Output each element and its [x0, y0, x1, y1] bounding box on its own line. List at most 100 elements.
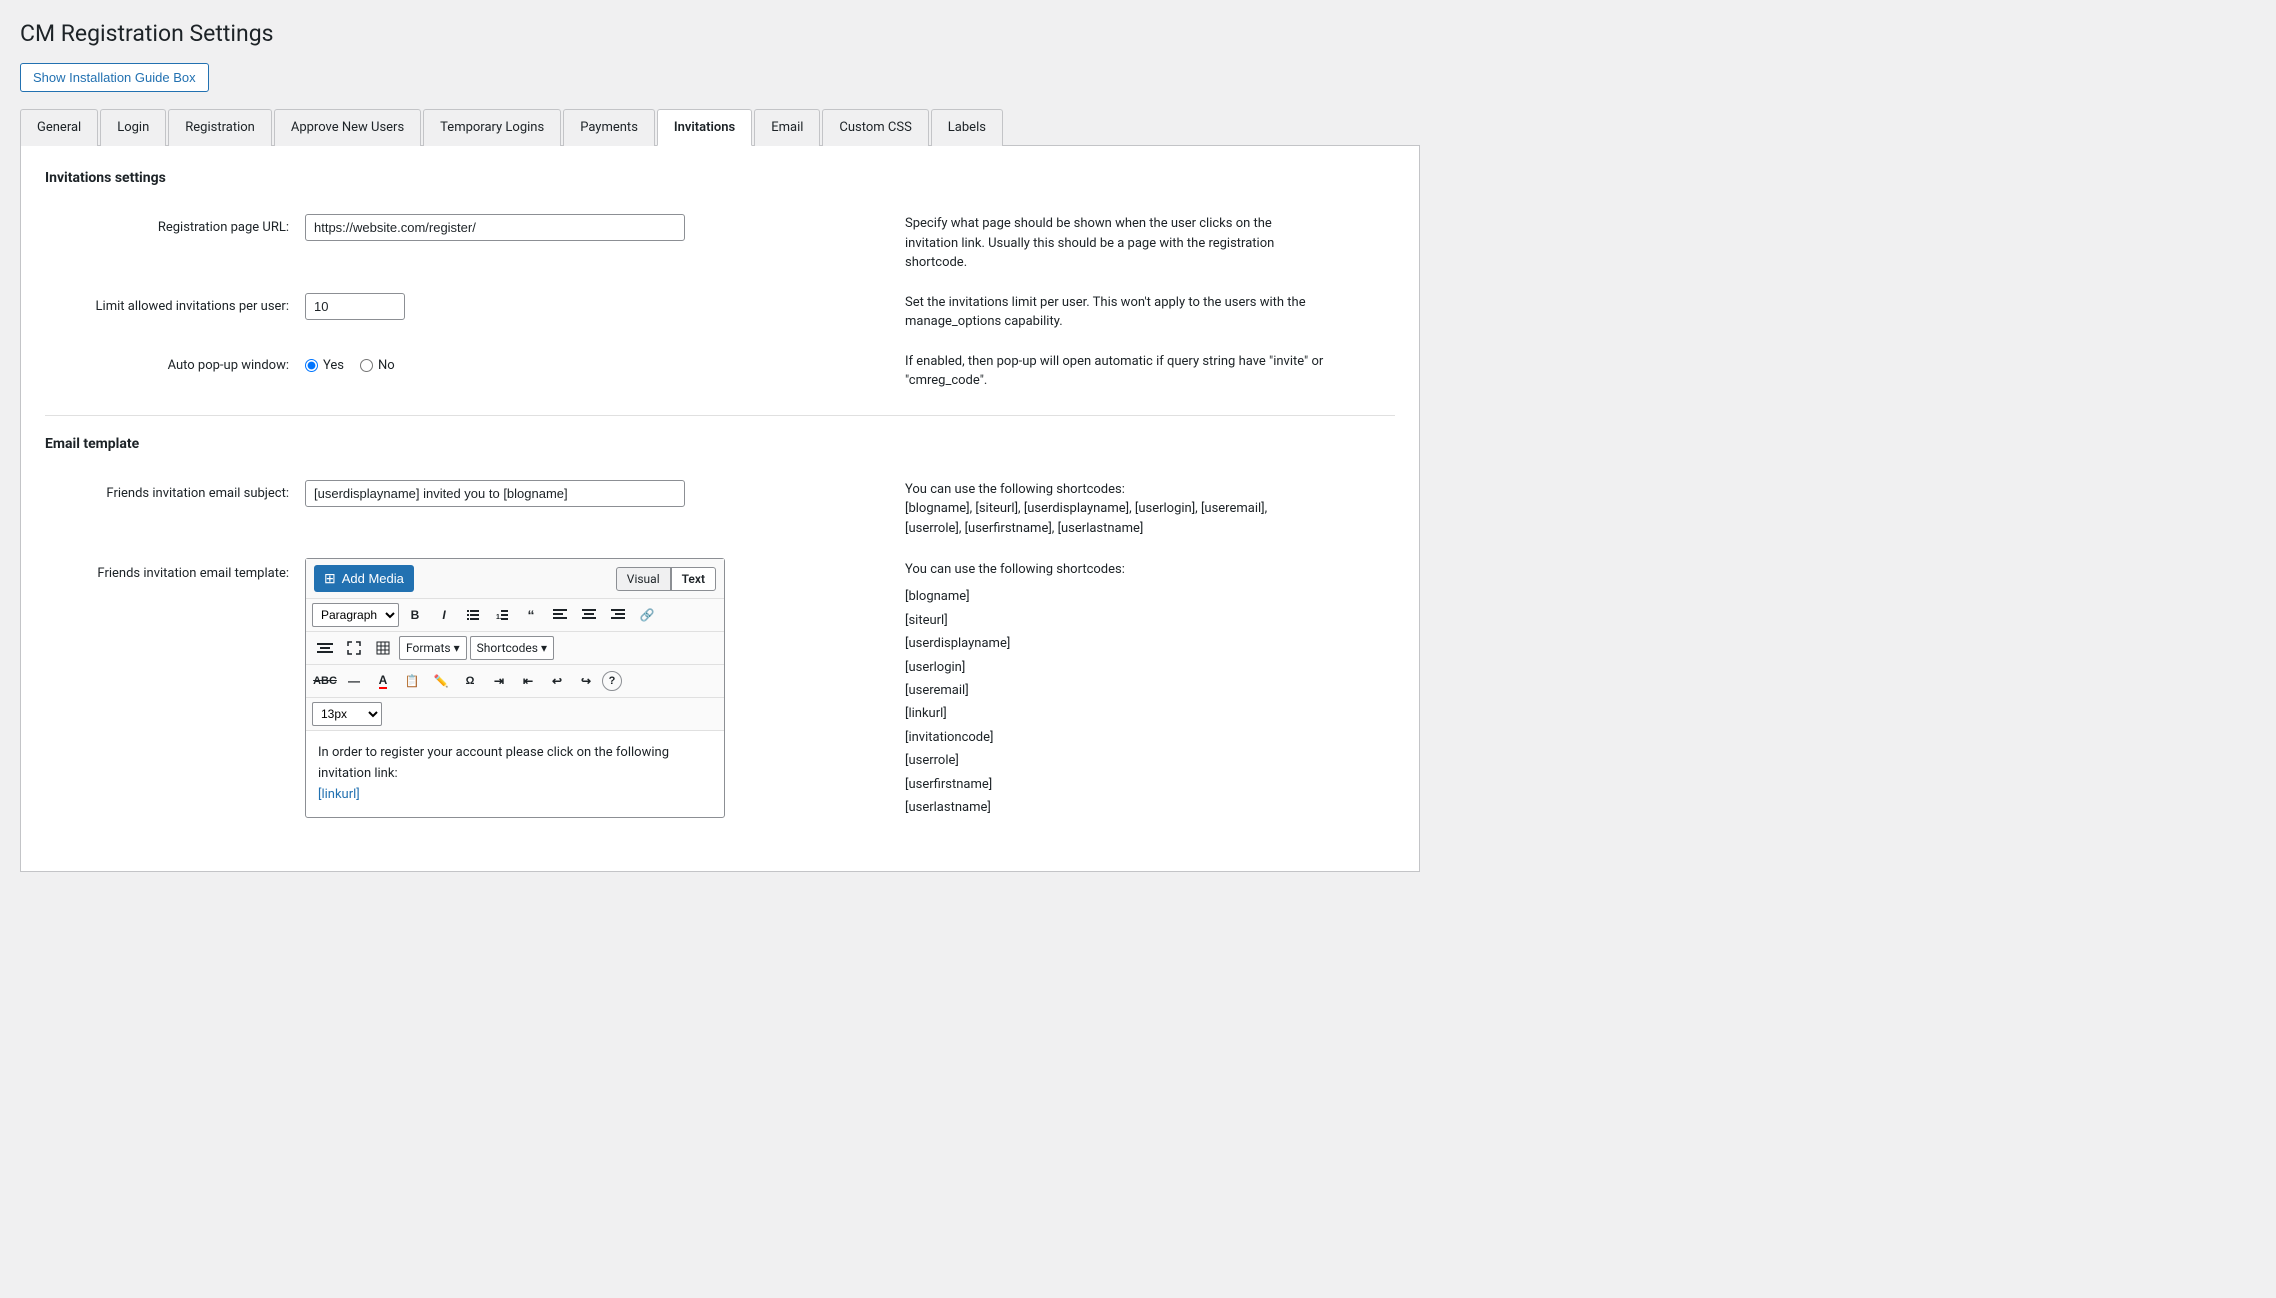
help-code-userdisplayname: [userdisplayname]: [905, 632, 1325, 655]
tab-custom-css[interactable]: Custom CSS: [822, 109, 928, 146]
formats-label: Formats: [406, 641, 451, 655]
bold-button[interactable]: B: [402, 603, 428, 627]
editor-body[interactable]: In order to register your account please…: [306, 731, 724, 817]
tab-approve-new-users[interactable]: Approve New Users: [274, 109, 421, 146]
auto-popup-label: Auto pop-up window:: [45, 352, 305, 373]
help-code-siteurl: [siteurl]: [905, 609, 1325, 632]
invitations-settings-title: Invitations settings: [45, 170, 1395, 194]
auto-popup-no-label: No: [378, 358, 395, 373]
show-installation-guide-button[interactable]: Show Installation Guide Box: [20, 63, 209, 92]
align-right-button[interactable]: [605, 603, 631, 627]
help-code-userlogin: [userlogin]: [905, 656, 1325, 679]
reg-page-url-input[interactable]: [305, 214, 685, 241]
paste-button[interactable]: 📋: [399, 669, 425, 693]
help-code-useremail: [useremail]: [905, 679, 1325, 702]
email-subject-help-codes: [blogname], [siteurl], [userdisplayname]…: [905, 501, 1267, 536]
editor-fontsize-row: 13px: [306, 698, 724, 731]
section-divider: [45, 415, 1395, 416]
reg-page-url-help: Specify what page should be shown when t…: [905, 214, 1325, 273]
email-subject-help: You can use the following shortcodes: [b…: [905, 480, 1325, 539]
editor-body-link[interactable]: [linkurl]: [318, 787, 360, 802]
special-char-button[interactable]: Ω: [457, 669, 483, 693]
visual-tab[interactable]: Visual: [616, 567, 671, 591]
page-title: CM Registration Settings: [20, 20, 1420, 47]
auto-popup-row: Auto pop-up window: Yes No If enabled, t…: [45, 352, 1395, 391]
limit-invitations-label: Limit allowed invitations per user:: [45, 293, 305, 314]
email-template-title: Email template: [45, 436, 1395, 460]
link-button[interactable]: 🔗: [634, 603, 660, 627]
text-color-button[interactable]: A: [370, 669, 396, 693]
tab-content-invitations: Invitations settings Registration page U…: [20, 146, 1420, 872]
undo-button[interactable]: ↩: [544, 669, 570, 693]
help-code-userrole: [userrole]: [905, 749, 1325, 772]
formats-dropdown[interactable]: Formats ▾: [399, 636, 467, 660]
more-toolbar-button[interactable]: [312, 636, 338, 660]
registration-page-url-row: Registration page URL: Specify what page…: [45, 214, 1395, 273]
align-left-button[interactable]: [547, 603, 573, 627]
editor-toolbar-row3: ABC — A 📋 ✏️ Ω ⇥ ⇤ ↩ ↪ ?: [306, 665, 724, 698]
auto-popup-no-radio[interactable]: [360, 359, 373, 372]
tab-payments[interactable]: Payments: [563, 109, 655, 146]
hr-button[interactable]: —: [341, 669, 367, 693]
auto-popup-radio-group: Yes No: [305, 352, 865, 373]
tab-labels[interactable]: Labels: [931, 109, 1003, 146]
add-media-icon: ⊞: [324, 570, 336, 587]
redo-button[interactable]: ↪: [573, 669, 599, 693]
limit-invitations-input[interactable]: [305, 293, 405, 320]
email-subject-help-label: You can use the following shortcodes:: [905, 482, 1125, 497]
editor-body-text: In order to register your account please…: [318, 745, 669, 781]
help-code-linkurl: [linkurl]: [905, 702, 1325, 725]
tab-email[interactable]: Email: [754, 109, 820, 146]
tab-login[interactable]: Login: [100, 109, 166, 146]
email-subject-row: Friends invitation email subject: You ca…: [45, 480, 1395, 539]
text-tab[interactable]: Text: [671, 567, 716, 591]
indent-button[interactable]: ⇥: [486, 669, 512, 693]
tab-general[interactable]: General: [20, 109, 98, 146]
help-code-blogname: [blogname]: [905, 585, 1325, 608]
email-subject-input[interactable]: [305, 480, 685, 507]
outdent-button[interactable]: ⇤: [515, 669, 541, 693]
ordered-list-button[interactable]: 1.: [489, 603, 515, 627]
tabs-navigation: General Login Registration Approve New U…: [20, 108, 1420, 146]
email-subject-label: Friends invitation email subject:: [45, 480, 305, 501]
tab-registration[interactable]: Registration: [168, 109, 272, 146]
auto-popup-yes-radio[interactable]: [305, 359, 318, 372]
align-center-button[interactable]: [576, 603, 602, 627]
reg-page-url-label: Registration page URL:: [45, 214, 305, 235]
help-button[interactable]: ?: [602, 671, 622, 691]
reg-page-url-control: [305, 214, 865, 241]
erase-button[interactable]: ✏️: [428, 669, 454, 693]
italic-button[interactable]: I: [431, 603, 457, 627]
editor-toolbar-row1: Paragraph B I 1. “: [306, 599, 724, 632]
shortcodes-label: Shortcodes: [477, 641, 538, 655]
fullscreen-button[interactable]: [341, 636, 367, 660]
tab-temporary-logins[interactable]: Temporary Logins: [423, 109, 561, 146]
shortcodes-dropdown[interactable]: Shortcodes ▾: [470, 636, 554, 660]
tab-invitations[interactable]: Invitations: [657, 109, 752, 146]
auto-popup-help: If enabled, then pop-up will open automa…: [905, 352, 1325, 391]
strikethrough-button[interactable]: ABC: [312, 669, 338, 693]
editor-toolbar-row2: Formats ▾ Shortcodes ▾: [306, 632, 724, 665]
shortcodes-chevron-icon: ▾: [541, 641, 547, 655]
auto-popup-no-option[interactable]: No: [360, 358, 395, 373]
editor-view-tabs: Visual Text: [616, 567, 716, 591]
blockquote-button[interactable]: “: [518, 603, 544, 627]
auto-popup-control: Yes No: [305, 352, 865, 373]
email-template-control: ⊞ Add Media Visual Text Paragraph: [305, 558, 865, 818]
format-select[interactable]: Paragraph: [312, 603, 399, 627]
help-code-userlastname: [userlastname]: [905, 796, 1325, 819]
limit-invitations-control: [305, 293, 865, 320]
table-button[interactable]: [370, 636, 396, 660]
unordered-list-button[interactable]: [460, 603, 486, 627]
auto-popup-yes-label: Yes: [323, 358, 344, 373]
email-editor: ⊞ Add Media Visual Text Paragraph: [305, 558, 725, 818]
help-code-invitationcode: [invitationcode]: [905, 726, 1325, 749]
email-template-label: Friends invitation email template:: [45, 558, 305, 581]
email-template-help-label: You can use the following shortcodes:: [905, 558, 1325, 581]
fontsize-select[interactable]: 13px: [312, 702, 382, 726]
email-template-help: You can use the following shortcodes: [b…: [905, 558, 1325, 819]
auto-popup-yes-option[interactable]: Yes: [305, 358, 344, 373]
limit-invitations-row: Limit allowed invitations per user: Set …: [45, 293, 1395, 332]
help-code-userfirstname: [userfirstname]: [905, 773, 1325, 796]
add-media-button[interactable]: ⊞ Add Media: [314, 565, 414, 592]
